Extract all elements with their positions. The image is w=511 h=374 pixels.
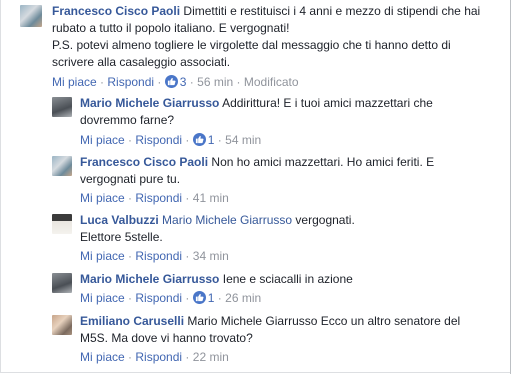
comment-actions: Mi piace · Rispondi · 34 min [80,249,229,263]
comment-actions: Mi piace · Rispondi · 3 · 56 min · Modif… [52,75,299,89]
comment-author[interactable]: Luca Valbuzzi [80,213,159,227]
reply-button[interactable]: Rispondi [135,350,182,364]
comment-text-line: vergognati pure tu. [80,172,181,186]
reaction-count[interactable]: 1 [208,133,215,147]
comment-text-line: Non ho amici mazzettari. Ho amici feriti… [211,155,435,169]
like-button[interactable]: Mi piace [80,133,125,147]
comment-author[interactable]: Emiliano Caruselli [80,314,184,328]
reply-button[interactable]: Rispondi [107,75,154,89]
comment-text-line: Elettore 5stelle. [80,230,163,244]
comment-time[interactable]: 54 min [225,133,261,147]
comment-text-line: vergognati. [295,213,355,227]
thumbs-up-icon [192,291,206,304]
like-button[interactable]: Mi piace [52,75,97,89]
avatar[interactable] [52,97,72,117]
comment-actions: Mi piace · Rispondi · 22 min [80,350,229,364]
comment-text-line: Mario Michele Giarrusso Ecco un altro se… [187,314,461,328]
mention-link[interactable]: Mario Michele Giarrusso [162,213,292,227]
like-button[interactable]: Mi piace [80,191,125,205]
like-button[interactable]: Mi piace [80,291,125,305]
avatar[interactable] [52,315,72,335]
reaction-count[interactable]: 3 [180,75,187,89]
comment-author[interactable]: Francesco Cisco Paoli [52,4,180,18]
reply-button[interactable]: Rispondi [135,291,182,305]
avatar[interactable] [52,156,72,176]
thumbs-up-icon [192,133,206,146]
comment-time[interactable]: 22 min [193,350,229,364]
comment-time[interactable]: 26 min [225,291,261,305]
comment-time[interactable]: 34 min [193,249,229,263]
comment-text-line: Iene e sciacalli in azione [222,272,353,286]
comment-author[interactable]: Mario Michele Giarrusso [80,272,219,286]
like-button[interactable]: Mi piace [80,350,125,364]
comment-text-line: rubato a tutto il popolo italiano. E ver… [52,21,290,35]
comment-text-line: P.S. potevi almeno togliere le virgolett… [52,38,451,52]
reaction-count[interactable]: 1 [208,291,215,305]
comment-text-line: scrivere alla casaleggio associati. [52,55,231,69]
comment-author[interactable]: Francesco Cisco Paoli [80,155,208,169]
edited-label[interactable]: Modificato [244,75,299,89]
like-button[interactable]: Mi piace [80,249,125,263]
comment-author[interactable]: Mario Michele Giarrusso [80,96,219,110]
avatar[interactable] [52,214,72,234]
comment-time[interactable]: 41 min [193,191,229,205]
comment-actions: Mi piace · Rispondi · 41 min [80,191,229,205]
comment-text-line: Dimettiti e restituisci i 4 anni e mezzo… [183,4,481,18]
avatar[interactable] [52,273,72,293]
comment-text-line: M5S. Ma dove vi hanno trovato? [80,331,253,345]
thumbs-up-icon [164,75,178,88]
comment-text-line: dovremmo farne? [80,113,175,127]
reply-button[interactable]: Rispondi [135,191,182,205]
reply-button[interactable]: Rispondi [135,133,182,147]
comment-time[interactable]: 56 min [197,75,233,89]
comment-actions: Mi piace · Rispondi · 1 · 54 min [80,133,262,147]
comment-text-line: Addirittura! E i tuoi amici mazzettari c… [222,96,433,110]
comment-actions: Mi piace · Rispondi · 1 · 26 min [80,291,262,305]
reply-button[interactable]: Rispondi [135,249,182,263]
avatar[interactable] [20,5,42,27]
